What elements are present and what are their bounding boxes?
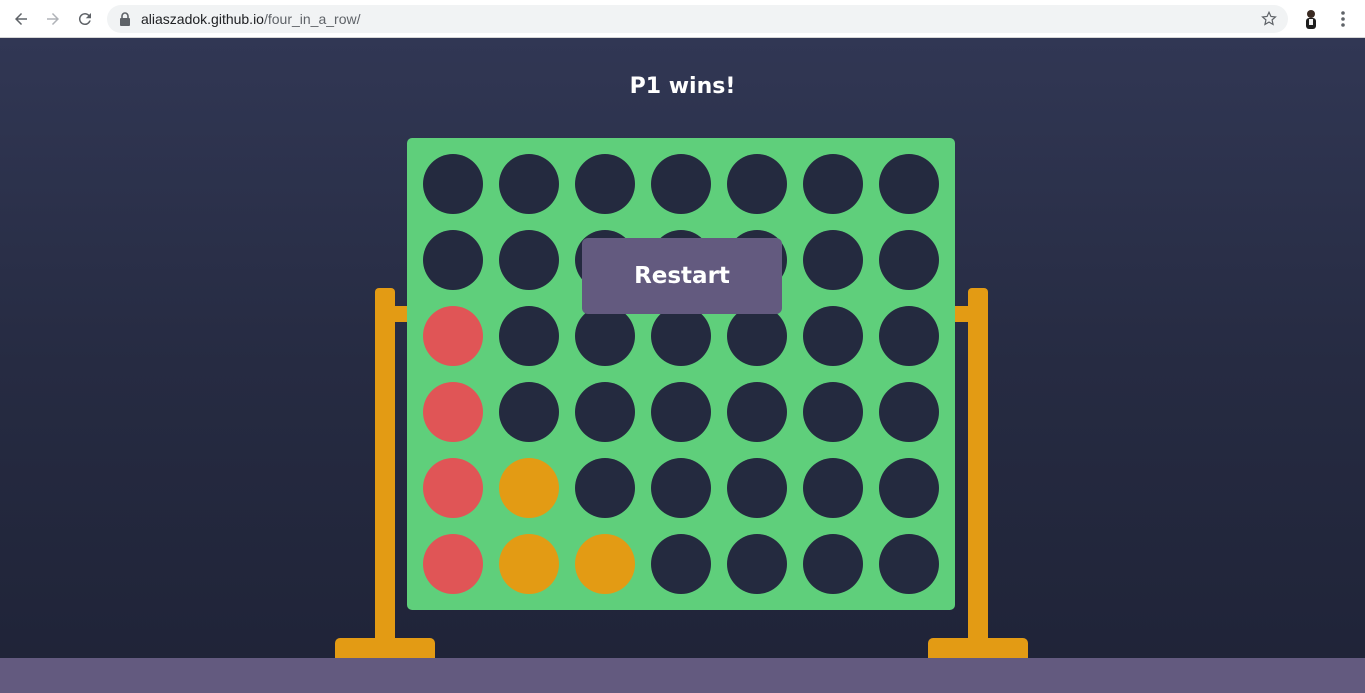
empty-slot[interactable] xyxy=(879,154,939,214)
bookmark-star-icon[interactable] xyxy=(1260,10,1278,28)
empty-slot[interactable] xyxy=(879,382,939,442)
stand-right-post xyxy=(968,288,988,658)
red-disc[interactable] xyxy=(423,534,483,594)
empty-slot[interactable] xyxy=(423,154,483,214)
empty-slot[interactable] xyxy=(575,458,635,518)
empty-slot[interactable] xyxy=(879,534,939,594)
url-text: aliaszadok.github.io/four_in_a_row/ xyxy=(141,11,361,27)
restart-button[interactable]: Restart xyxy=(582,238,782,314)
browser-toolbar: aliaszadok.github.io/four_in_a_row/ xyxy=(0,0,1365,38)
stand-left-connector xyxy=(395,306,407,322)
empty-slot[interactable] xyxy=(499,382,559,442)
empty-slot[interactable] xyxy=(727,382,787,442)
reload-icon[interactable] xyxy=(75,9,95,29)
game-status: P1 wins! xyxy=(629,74,736,99)
empty-slot[interactable] xyxy=(803,534,863,594)
url-path: /four_in_a_row/ xyxy=(263,11,361,27)
lock-icon xyxy=(120,12,130,26)
yellow-disc[interactable] xyxy=(499,458,559,518)
stand-left-foot xyxy=(335,638,435,658)
empty-slot[interactable] xyxy=(803,458,863,518)
url-host: aliaszadok.github.io xyxy=(141,11,264,27)
empty-slot[interactable] xyxy=(727,306,787,366)
empty-slot[interactable] xyxy=(727,534,787,594)
empty-slot[interactable] xyxy=(803,306,863,366)
stand-left-post xyxy=(375,288,395,658)
empty-slot[interactable] xyxy=(575,382,635,442)
profile-avatar-icon[interactable] xyxy=(1300,8,1322,30)
empty-slot[interactable] xyxy=(803,154,863,214)
empty-slot[interactable] xyxy=(879,230,939,290)
empty-slot[interactable] xyxy=(423,230,483,290)
empty-slot[interactable] xyxy=(499,230,559,290)
address-bar[interactable]: aliaszadok.github.io/four_in_a_row/ xyxy=(107,5,1288,33)
empty-slot[interactable] xyxy=(803,382,863,442)
yellow-disc[interactable] xyxy=(499,534,559,594)
floor xyxy=(0,658,1365,693)
game-board xyxy=(407,138,955,610)
stand-right-connector xyxy=(955,306,968,322)
empty-slot[interactable] xyxy=(879,458,939,518)
empty-slot[interactable] xyxy=(575,154,635,214)
empty-slot[interactable] xyxy=(651,534,711,594)
empty-slot[interactable] xyxy=(499,306,559,366)
empty-slot[interactable] xyxy=(499,154,559,214)
game-page: P1 wins! Restart xyxy=(0,38,1365,693)
empty-slot[interactable] xyxy=(727,458,787,518)
back-arrow-icon[interactable] xyxy=(11,9,31,29)
empty-slot[interactable] xyxy=(727,154,787,214)
empty-slot[interactable] xyxy=(803,230,863,290)
red-disc[interactable] xyxy=(423,306,483,366)
browser-menu-icon[interactable] xyxy=(1334,9,1352,29)
empty-slot[interactable] xyxy=(651,154,711,214)
stand-right-foot xyxy=(928,638,1028,658)
red-disc[interactable] xyxy=(423,382,483,442)
empty-slot[interactable] xyxy=(651,306,711,366)
empty-slot[interactable] xyxy=(879,306,939,366)
forward-arrow-icon[interactable] xyxy=(43,9,63,29)
red-disc[interactable] xyxy=(423,458,483,518)
empty-slot[interactable] xyxy=(651,458,711,518)
empty-slot[interactable] xyxy=(651,382,711,442)
yellow-disc[interactable] xyxy=(575,534,635,594)
empty-slot[interactable] xyxy=(575,306,635,366)
